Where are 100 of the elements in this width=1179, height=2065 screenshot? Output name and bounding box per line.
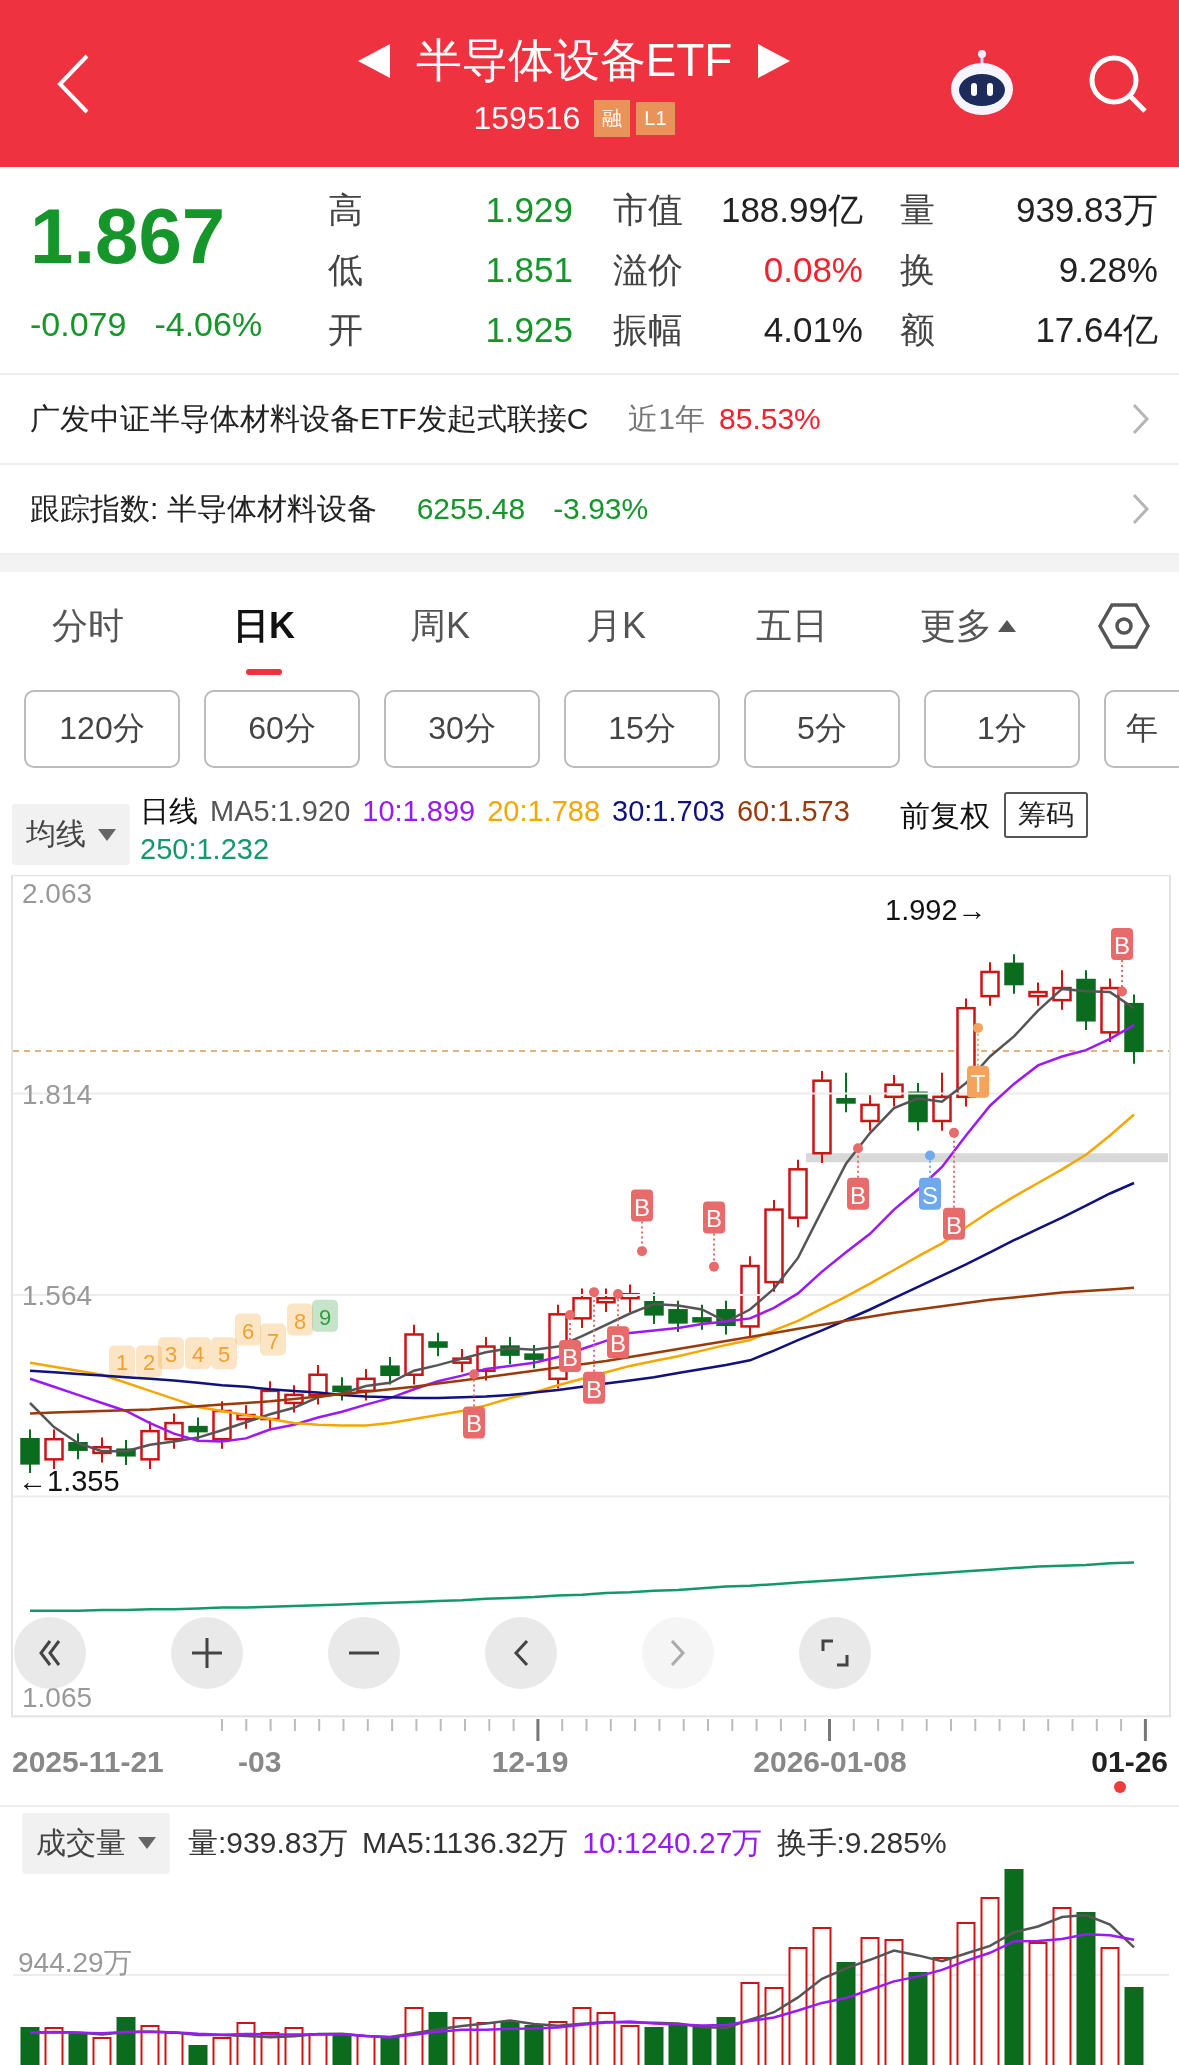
date-label: 2025-11-21: [12, 1745, 164, 1778]
sequence-count-marker: 4: [185, 1337, 211, 1370]
page-title: 半导体设备ETF: [415, 33, 733, 88]
period-button[interactable]: 120分: [24, 690, 180, 768]
ma-value: 30:1.703: [612, 794, 725, 829]
candle: [140, 1420, 160, 1470]
zoom-in-icon: [192, 1638, 222, 1668]
chart-tab[interactable]: 五日: [704, 575, 880, 677]
chart-tab[interactable]: 周K: [352, 575, 528, 677]
chart-tab[interactable]: 更多: [880, 575, 1056, 677]
volume-stat: 换手:9.285%: [776, 1824, 947, 1861]
candle: [476, 1335, 496, 1382]
sequence-count-marker: 1: [109, 1345, 135, 1378]
candle: [116, 1439, 136, 1466]
stat-value: 939.83万: [1014, 189, 1158, 231]
candle: [788, 1158, 808, 1229]
next-icon: [670, 1639, 686, 1667]
candle: [596, 1287, 616, 1313]
period-button[interactable]: 1分: [924, 690, 1080, 768]
stat-value: 9.28%: [1057, 249, 1158, 291]
candle: [428, 1331, 448, 1358]
sequence-count-marker: 5: [211, 1337, 237, 1370]
chips-button[interactable]: 筹码: [1004, 792, 1088, 838]
adjust-label[interactable]: 前复权: [900, 796, 990, 837]
candle: [1124, 993, 1144, 1065]
stat-label: 换: [899, 249, 936, 291]
stat-value: 17.64亿: [1034, 309, 1158, 351]
period-button[interactable]: 15分: [564, 690, 720, 768]
stat-value: 188.99亿: [719, 189, 863, 231]
ma-selector[interactable]: 均线: [12, 804, 130, 865]
stat-value: 1.851: [484, 249, 573, 291]
stat-label: 振幅: [612, 309, 684, 351]
date-label: -03: [238, 1745, 282, 1778]
candle: [404, 1323, 424, 1386]
market-tag: 融: [594, 100, 631, 137]
back-icon[interactable]: [55, 52, 91, 115]
previous-icon: [513, 1639, 529, 1667]
candle: [908, 1082, 928, 1132]
candle: [524, 1343, 544, 1370]
candle: [44, 1428, 64, 1470]
candle: [836, 1071, 856, 1114]
axis-label: 1.065: [22, 1682, 93, 1713]
stock-code: 159516: [473, 100, 581, 137]
sequence-count-marker: 8: [287, 1303, 313, 1336]
candle: [332, 1376, 352, 1402]
index-name[interactable]: 跟踪指数: 半导体材料设备: [30, 488, 377, 530]
period-button[interactable]: 5分: [744, 690, 900, 768]
axis-label: 944.29万: [18, 1947, 132, 1978]
period-button[interactable]: 60分: [204, 690, 360, 768]
candle: [932, 1071, 952, 1132]
stat-label: 高: [328, 189, 364, 231]
fullscreen-icon: [821, 1639, 849, 1667]
fund-name[interactable]: 广发中证半导体材料设备ETF发起式联接C: [30, 398, 589, 440]
candle: [68, 1432, 88, 1461]
period-button[interactable]: 年: [1104, 690, 1179, 768]
ma-value: MA5:1.920: [210, 794, 351, 829]
caret-up-icon: [998, 620, 1016, 632]
market-tag: L1: [636, 102, 675, 135]
period-button[interactable]: 30分: [384, 690, 540, 768]
low-price-marker: ←1.355: [18, 1465, 120, 1498]
candle: [1028, 981, 1048, 1007]
candle: [692, 1303, 712, 1331]
date-label: 2026-01-08: [753, 1745, 907, 1778]
candle: [260, 1380, 280, 1430]
volume-selector[interactable]: 成交量: [22, 1812, 170, 1874]
candle: [500, 1335, 520, 1366]
candle: [1100, 977, 1120, 1044]
candle: [644, 1291, 664, 1325]
settings-icon[interactable]: [1098, 602, 1150, 650]
chart-tab[interactable]: 分时: [0, 575, 176, 677]
volume-stat: 量:939.83万: [188, 1824, 349, 1861]
stat-label: 市值: [612, 189, 684, 231]
sequence-count-marker: 9: [312, 1299, 338, 1332]
chart-tab[interactable]: 月K: [528, 575, 704, 677]
sequence-count-marker: 2: [136, 1345, 162, 1378]
ma-value: 20:1.788: [487, 794, 601, 829]
zoom-out-icon: [349, 1651, 379, 1655]
sequence-count-marker: 6: [235, 1313, 261, 1346]
line-type-label: 日线: [140, 794, 198, 829]
axis-label: 1.564: [22, 1280, 93, 1311]
candle: [356, 1368, 376, 1402]
candle: [1052, 969, 1072, 1011]
date-label: 01-26: [1091, 1745, 1168, 1778]
axis-label: 1.814: [22, 1078, 93, 1110]
next-icon[interactable]: [758, 44, 791, 78]
price-change: -0.079: [30, 304, 127, 344]
candle: [668, 1299, 688, 1334]
candle: [716, 1299, 736, 1336]
stat-label: 额: [899, 309, 936, 351]
candle: [284, 1384, 304, 1414]
index-value: 6255.48: [416, 492, 526, 526]
index-change: -3.93%: [553, 492, 649, 526]
high-price-marker: 1.992→: [885, 894, 987, 927]
chart-tab[interactable]: 日K: [176, 575, 352, 677]
stat-value: 1.925: [484, 309, 573, 351]
candle: [1076, 969, 1096, 1031]
date-label: 12-19: [491, 1745, 569, 1778]
candle: [236, 1404, 256, 1430]
last-price: 1.867: [30, 196, 227, 275]
previous-icon[interactable]: [357, 44, 390, 78]
